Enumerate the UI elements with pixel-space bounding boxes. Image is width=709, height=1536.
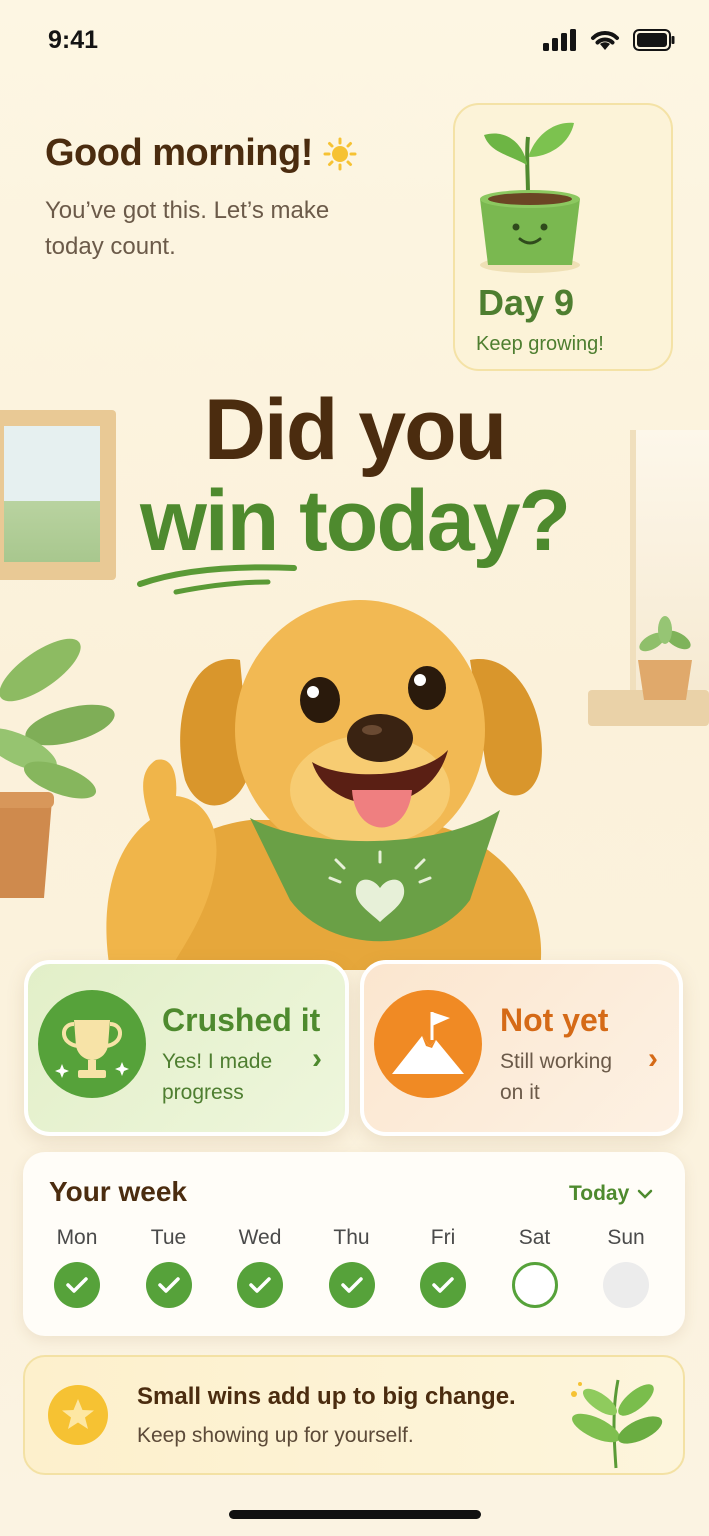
day-today-indicator — [511, 1262, 558, 1308]
crushed-it-subtitle-line-2: progress — [162, 1081, 244, 1104]
banner-title: Small wins add up to big change. — [137, 1383, 516, 1410]
not-yet-button[interactable]: Not yet Still working on it › — [360, 960, 683, 1136]
crushed-it-title: Crushed it — [162, 1002, 321, 1038]
greeting-subtitle: You’ve got this. Let’s make today count. — [45, 197, 330, 260]
headline-line-2: win today? — [139, 473, 571, 569]
chevron-right-icon: › — [312, 1042, 322, 1075]
day-complete-indicator — [145, 1262, 192, 1308]
not-yet-subtitle-line-2: on it — [500, 1081, 540, 1104]
wifi-icon — [591, 31, 619, 50]
week-day-label: Mon — [56, 1226, 98, 1249]
trophy-circle — [38, 990, 146, 1098]
trophy-icon — [55, 1020, 129, 1078]
crushed-it-subtitle: Yes! I made progress — [162, 1046, 272, 1108]
week-day-label: Wed — [238, 1226, 282, 1249]
leaves-icon — [571, 1379, 663, 1469]
week-day-sat[interactable]: Sat — [500, 1226, 570, 1308]
check-icon — [340, 1277, 363, 1293]
week-day-label: Tue — [150, 1226, 187, 1249]
day-pending-indicator — [603, 1262, 649, 1308]
week-day-mon[interactable]: Mon — [42, 1226, 112, 1308]
mountain-circle — [374, 990, 482, 1098]
check-icon — [66, 1277, 88, 1293]
week-filter-label: Today — [569, 1182, 630, 1205]
week-title: Your week — [49, 1176, 187, 1207]
week-day-tue[interactable]: Tue — [134, 1226, 204, 1308]
banner-subtitle: Keep showing up for yourself. — [137, 1424, 414, 1447]
home-indicator[interactable] — [229, 1510, 481, 1519]
day-complete-indicator — [420, 1262, 466, 1308]
star-icon — [48, 1385, 108, 1445]
check-icon — [249, 1277, 271, 1293]
week-filter-dropdown[interactable]: Today — [569, 1182, 653, 1206]
week-day-sun[interactable]: Sun — [591, 1226, 661, 1308]
chevron-down-icon — [638, 1189, 653, 1199]
battery-icon — [633, 29, 675, 51]
day-complete-indicator — [328, 1262, 375, 1308]
check-icon — [157, 1277, 180, 1293]
day-complete-indicator — [237, 1262, 283, 1308]
week-day-wed[interactable]: Wed — [225, 1226, 295, 1308]
week-day-label: Sat — [518, 1226, 551, 1249]
crushed-it-button[interactable]: Crushed it Yes! I made progress › — [24, 960, 349, 1136]
puppy-mascot — [106, 600, 542, 970]
shelf-plant-icon — [638, 616, 692, 700]
mountain-flag-icon — [392, 1012, 464, 1074]
week-day-label: Sun — [607, 1226, 645, 1249]
week-day-label: Thu — [333, 1226, 370, 1249]
status-time: 9:41 — [48, 26, 99, 54]
check-icon — [432, 1277, 454, 1293]
week-day-fri[interactable]: Fri — [408, 1226, 478, 1308]
greeting-title: Good morning! — [45, 132, 357, 175]
not-yet-title: Not yet — [500, 1002, 609, 1038]
greeting-title-text: Good morning! — [45, 132, 313, 174]
streak-caption: Keep growing! — [476, 333, 604, 355]
sprout-pot-icon — [480, 122, 580, 273]
week-day-label: Fri — [430, 1226, 456, 1249]
streak-day-label: Day 9 — [478, 282, 575, 323]
not-yet-subtitle-line-1: Still working — [500, 1050, 613, 1073]
chevron-right-icon: › — [648, 1042, 658, 1075]
not-yet-subtitle: Still working on it — [500, 1046, 612, 1108]
signal-icon — [543, 29, 576, 51]
status-icons — [543, 28, 675, 52]
day-complete-indicator — [54, 1262, 100, 1308]
headline-line-1: Did you — [203, 382, 507, 478]
week-day-thu[interactable]: Thu — [317, 1226, 387, 1308]
sun-icon — [323, 137, 357, 170]
crushed-it-subtitle-line-1: Yes! I made — [162, 1050, 273, 1073]
